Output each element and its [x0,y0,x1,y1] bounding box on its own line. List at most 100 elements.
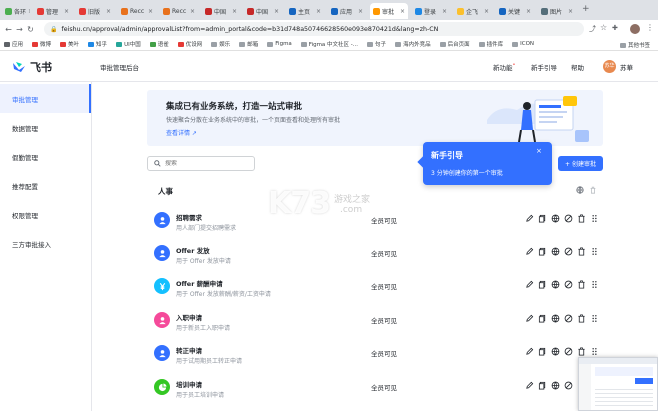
more-icon[interactable] [590,314,599,323]
feishu-logo[interactable]: 飞书 [12,59,52,75]
tab-close-icon[interactable]: × [26,8,30,15]
tab-close-icon[interactable]: × [524,8,531,15]
bookmark-item[interactable]: 插件库 [478,40,503,48]
edit-icon[interactable] [525,247,534,256]
bookmark-item[interactable]: 应用 [4,40,23,48]
address-bar[interactable]: 🔒 feishu.cn/approval/admin/approvalList?… [44,22,584,36]
sidebar-item[interactable]: 三方审批接入 [0,229,91,258]
bookmark-item[interactable]: Figma [267,41,292,47]
disable-icon[interactable] [564,214,573,223]
profile-icon[interactable] [630,24,640,34]
bookmark-item[interactable]: 语雀 [149,40,169,48]
tab-close-icon[interactable]: × [272,8,279,15]
tab-close-icon[interactable]: × [566,8,573,15]
disable-icon[interactable] [564,247,573,256]
more-icon[interactable] [590,280,599,289]
more-icon[interactable] [590,247,599,256]
copy-icon[interactable] [538,314,547,323]
edit-icon[interactable] [525,381,534,390]
globe-icon[interactable] [576,186,584,194]
browser-tab[interactable]: Recc × [118,3,156,19]
copy-icon[interactable] [538,280,547,289]
reload-icon[interactable]: ↻ [25,25,36,34]
globe-icon[interactable] [551,381,560,390]
tab-close-icon[interactable]: × [188,8,195,15]
globe-icon[interactable] [551,314,560,323]
tab-close-icon[interactable]: × [146,8,153,15]
close-icon[interactable]: × [536,147,542,155]
browser-tab[interactable]: 中国 × [202,3,240,19]
sidebar-item[interactable]: 推荐配置 [0,171,91,200]
search-box[interactable] [147,156,255,171]
more-icon[interactable] [590,347,599,356]
edit-icon[interactable] [525,314,534,323]
disable-icon[interactable] [564,381,573,390]
search-input[interactable] [165,160,245,167]
sidebar-item[interactable]: 权限管理 [0,200,91,229]
browser-tab[interactable]: 各环× [2,3,30,19]
browser-tab[interactable]: 企飞 × [454,3,492,19]
screenshot-thumbnail[interactable] [578,357,658,411]
globe-icon[interactable] [551,280,560,289]
disable-icon[interactable] [564,347,573,356]
user-name[interactable]: 苏華 [620,62,633,72]
tab-close-icon[interactable]: × [440,8,447,15]
bookmark-item[interactable]: 海内外竞品 [395,40,431,48]
trash-icon[interactable] [577,347,586,356]
browser-tab[interactable]: 关键 × [496,3,534,19]
approval-row[interactable]: 招聘需求 用人部门提交招聘需求 全员可见 [147,204,603,238]
edit-icon[interactable] [525,214,534,223]
bookmark-item[interactable]: 后台页面 [439,40,470,48]
help-link[interactable]: 帮助 [571,62,584,72]
guide-link[interactable]: 新手引导 [531,62,557,72]
bookmark-item[interactable]: ICON [512,41,534,47]
more-icon[interactable] [590,214,599,223]
menu-icon[interactable]: ⋮ [646,23,654,32]
tab-close-icon[interactable]: × [356,8,363,15]
share-icon[interactable]: ⤴ [589,24,596,34]
globe-icon[interactable] [551,347,560,356]
trash-icon[interactable] [589,186,597,194]
new-tab-icon[interactable]: + [582,4,590,14]
tab-close-icon[interactable]: × [398,8,405,15]
tab-close-icon[interactable]: × [104,8,111,15]
tab-close-icon[interactable]: × [314,8,321,15]
globe-icon[interactable] [551,247,560,256]
copy-icon[interactable] [538,214,547,223]
copy-icon[interactable] [538,347,547,356]
trash-icon[interactable] [577,280,586,289]
browser-tab[interactable]: 主页 × [286,3,324,19]
sidebar-item[interactable]: 审批管理 [0,84,91,113]
copy-icon[interactable] [538,381,547,390]
bookmark-item[interactable]: Figma 中文社区 -... [300,40,358,48]
edit-icon[interactable] [525,347,534,356]
bookmark-item[interactable]: 微博 [32,40,51,48]
approval-row[interactable]: 培训申请 用于员工培训申请 全员可见 [147,371,603,405]
forward-icon[interactable]: → [14,25,25,34]
approval-row[interactable]: Offer 薪酬申请 用于 Offer 发放薪酬/薪资/工资申请 全员可见 [147,270,603,304]
browser-tab[interactable]: 图片 × [538,3,576,19]
bookmark-item[interactable]: 美叶 [60,40,79,48]
other-bookmarks[interactable]: 其他书签 [620,41,650,49]
tab-close-icon[interactable]: × [482,8,489,15]
star-icon[interactable]: ☆ [600,23,607,32]
trash-icon[interactable] [577,314,586,323]
browser-tab[interactable]: Recc × [160,3,198,19]
trash-icon[interactable] [577,214,586,223]
browser-tab[interactable]: 中国 × [244,3,282,19]
extension-icon[interactable]: ✚ [612,24,618,32]
approval-row[interactable]: 转正申请 用于试用期员工转正申请 全员可见 [147,337,603,371]
banner-details-link[interactable]: 查看详情 ↗ [166,128,197,137]
approval-row[interactable]: 入职申请 用于新员工入职申请 全员可见 [147,304,603,338]
new-features-link[interactable]: 新功能• [493,62,515,72]
sidebar-item[interactable]: 假勤管理 [0,142,91,171]
browser-tab[interactable]: 审批 × [370,3,408,19]
tab-close-icon[interactable]: × [62,8,69,15]
back-icon[interactable]: ← [3,25,14,34]
copy-icon[interactable] [538,247,547,256]
globe-icon[interactable] [551,214,560,223]
disable-icon[interactable] [564,280,573,289]
bookmark-item[interactable]: 娱乐 [211,40,230,48]
bookmark-item[interactable]: 优设网 [177,40,202,48]
sidebar-item[interactable]: 数据管理 [0,113,91,142]
